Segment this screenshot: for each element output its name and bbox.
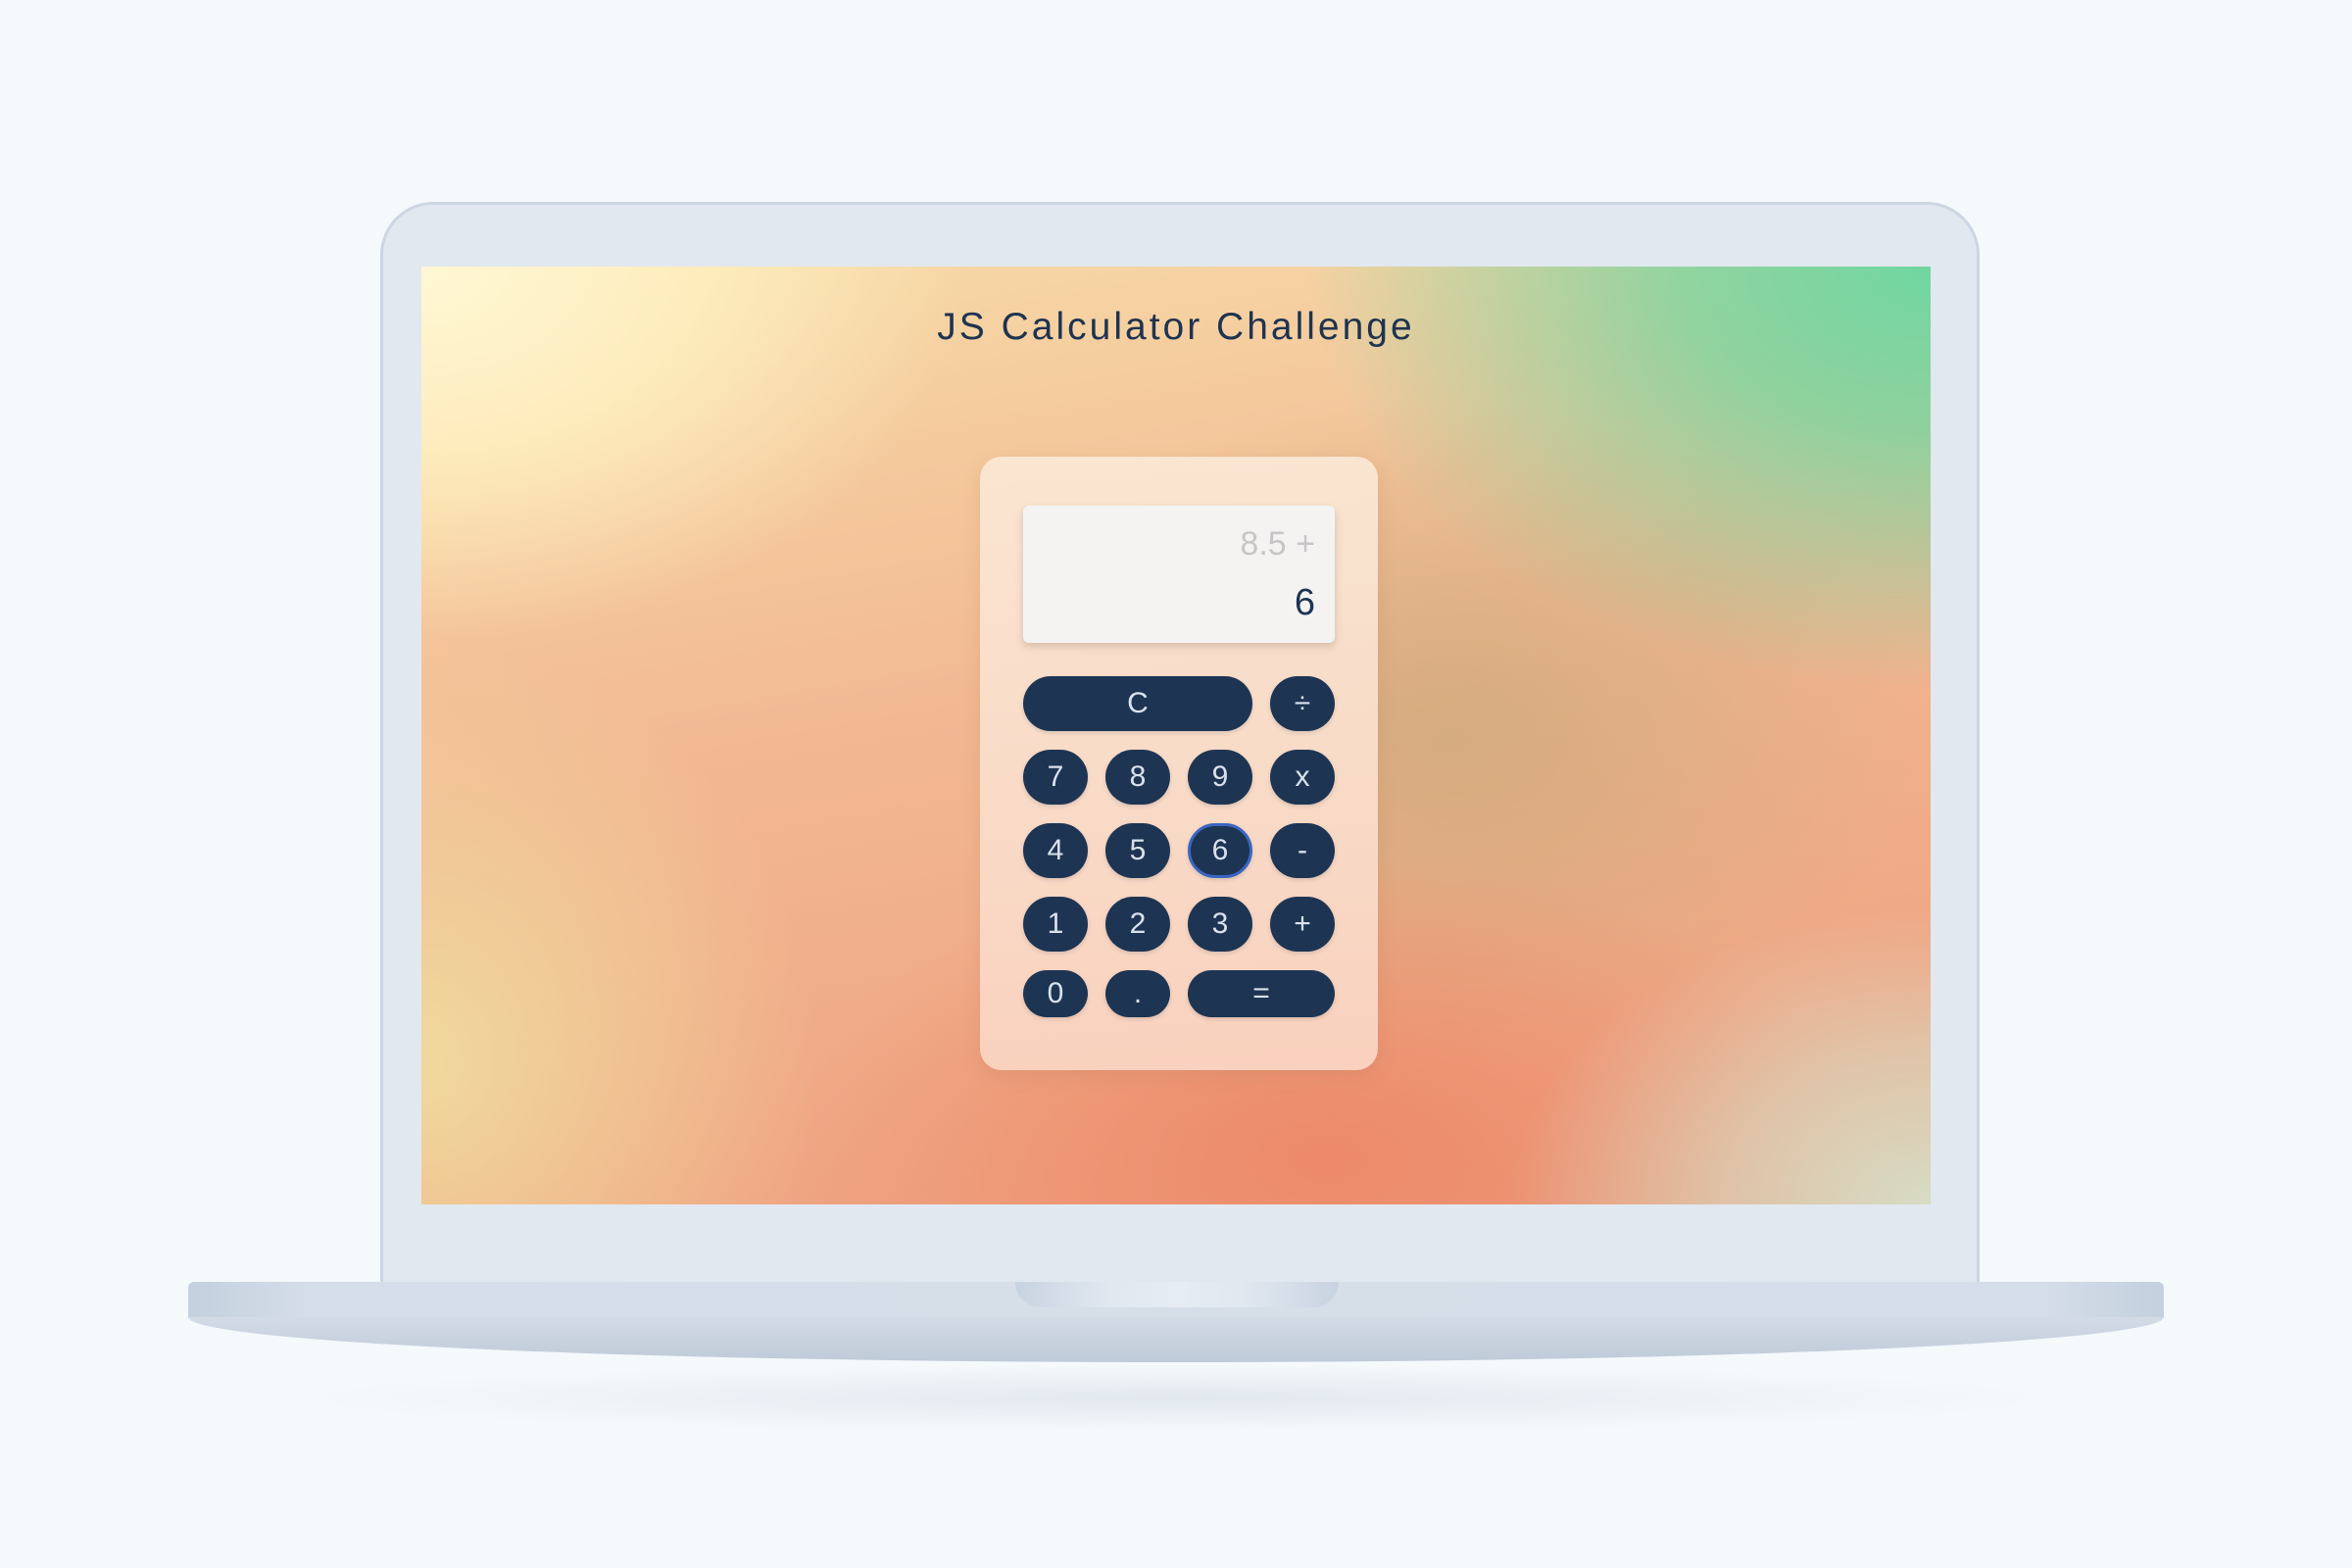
laptop-base-bottom [188,1317,2164,1362]
digit-7-button[interactable]: 7 [1023,750,1088,805]
digit-8-button[interactable]: 8 [1105,750,1170,805]
digit-3-button[interactable]: 3 [1188,897,1252,952]
digit-6-button[interactable]: 6 [1188,823,1252,878]
laptop-screen: JS Calculator Challenge 8.5 + 6 C ÷ 7 8 … [421,267,1931,1204]
calculator: 8.5 + 6 C ÷ 7 8 9 x 4 5 6 - 1 2 3 + 0 . … [980,457,1378,1070]
digit-9-button[interactable]: 9 [1188,750,1252,805]
digit-1-button[interactable]: 1 [1023,897,1088,952]
laptop-base-notch [1015,1282,1339,1307]
multiply-button[interactable]: x [1270,750,1335,805]
display-current-operand: 6 [1294,582,1315,623]
digit-5-button[interactable]: 5 [1105,823,1170,878]
stage: JS Calculator Challenge 8.5 + 6 C ÷ 7 8 … [0,0,2352,1568]
display-previous-operand: 8.5 + [1240,525,1315,563]
page-title: JS Calculator Challenge [937,306,1415,348]
subtract-button[interactable]: - [1270,823,1335,878]
laptop-shadow [294,1364,2058,1433]
decimal-button[interactable]: . [1105,970,1170,1017]
clear-button[interactable]: C [1023,676,1252,731]
digit-0-button[interactable]: 0 [1023,970,1088,1017]
add-button[interactable]: + [1270,897,1335,952]
digit-2-button[interactable]: 2 [1105,897,1170,952]
equals-button[interactable]: = [1188,970,1335,1017]
digit-4-button[interactable]: 4 [1023,823,1088,878]
calculator-display: 8.5 + 6 [1023,506,1335,643]
divide-button[interactable]: ÷ [1270,676,1335,731]
